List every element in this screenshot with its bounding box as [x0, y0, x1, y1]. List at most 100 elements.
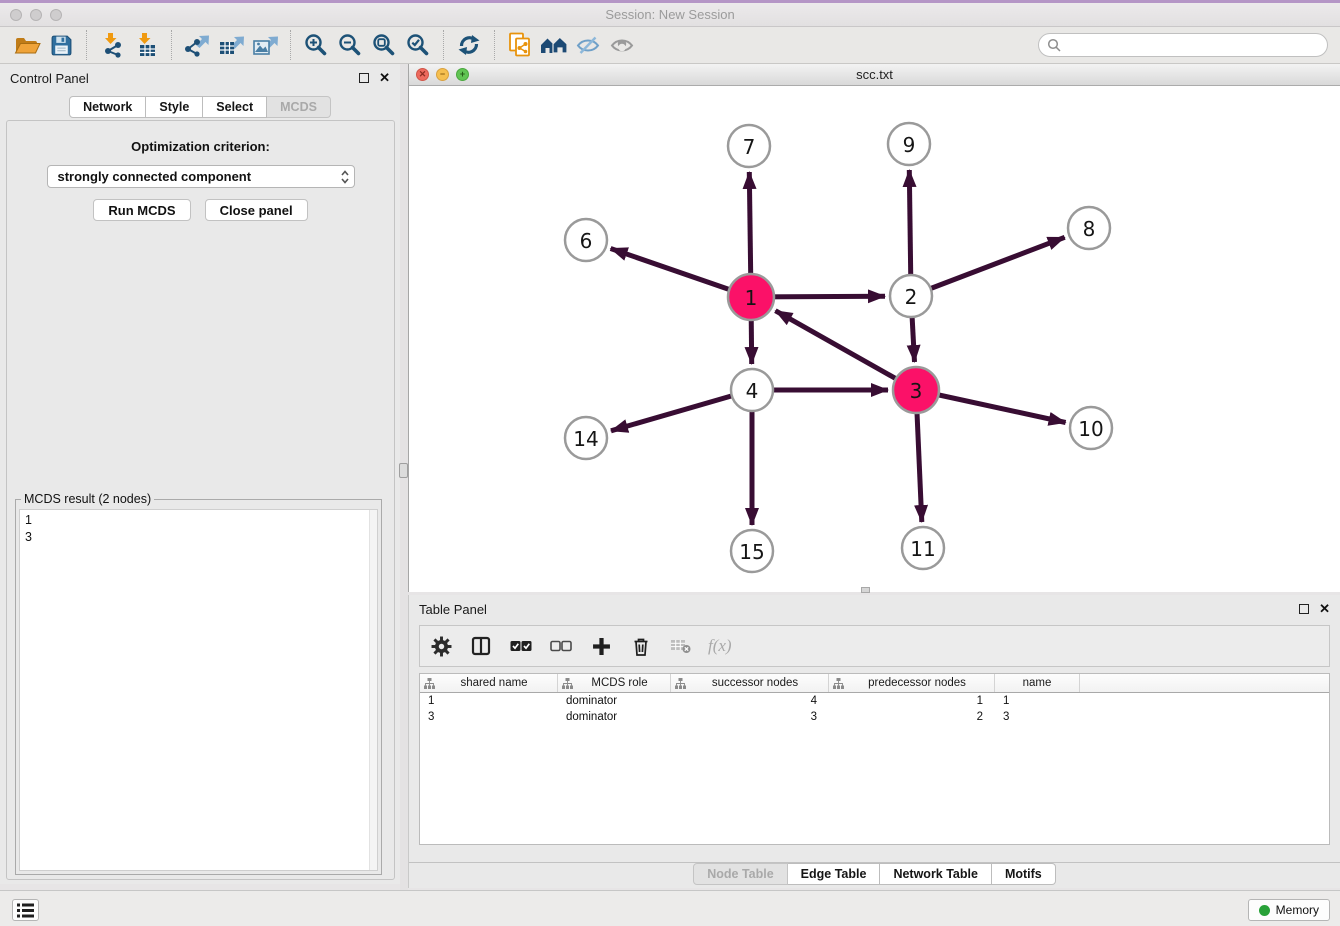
control-panel-title: Control Panel	[10, 71, 359, 86]
function-icon: f(x)	[708, 636, 732, 656]
function-builder-button[interactable]: f(x)	[708, 633, 732, 659]
column-header-label: predecessor nodes	[844, 677, 990, 689]
graph-edge-2-8[interactable]	[911, 237, 1065, 296]
cell-successor-nodes[interactable]: 4	[671, 695, 829, 707]
column-header-filler	[1080, 674, 1329, 692]
refresh-layout-button[interactable]	[452, 30, 486, 60]
tab-select[interactable]: Select	[203, 96, 267, 118]
export-image-button[interactable]	[248, 30, 282, 60]
sort-tree-icon	[562, 678, 573, 689]
import-network-button[interactable]	[95, 30, 129, 60]
zoom-out-button[interactable]	[333, 30, 367, 60]
hide-selected-button[interactable]	[571, 30, 605, 60]
cell-shared-name[interactable]: 1	[420, 695, 558, 707]
fit-content-icon	[372, 33, 396, 57]
criterion-dropdown-value: strongly connected component	[58, 169, 340, 184]
table-tab-node-table[interactable]: Node Table	[693, 863, 787, 885]
optimization-criterion-label: Optimization criterion:	[7, 139, 394, 154]
cell-successor-nodes[interactable]: 3	[671, 711, 829, 723]
table-row-2[interactable]: 3dominator323	[420, 709, 1329, 725]
control-panel: Control Panel ✕ NetworkStyleSelectMCDS O…	[0, 64, 400, 884]
tab-network[interactable]: Network	[69, 96, 146, 118]
graph-node-label-7: 7	[743, 135, 756, 159]
table-tab-edge-table[interactable]: Edge Table	[788, 863, 881, 885]
cell-MCDS-role[interactable]: dominator	[558, 695, 671, 707]
export-network-button[interactable]	[180, 30, 214, 60]
panel-splitter-grip[interactable]	[399, 463, 408, 478]
search-input[interactable]	[1038, 33, 1328, 57]
graph-node-label-6: 6	[580, 229, 593, 253]
column-header-name[interactable]: name	[995, 674, 1080, 692]
horizontal-splitter-grip[interactable]	[861, 587, 870, 593]
table-row-1[interactable]: 1dominator411	[420, 693, 1329, 709]
float-table-panel-icon[interactable]	[1299, 604, 1309, 614]
export-image-icon	[252, 32, 279, 58]
import-table-icon	[134, 32, 159, 58]
unchecked-boxes-icon	[550, 640, 572, 652]
open-session-button[interactable]	[10, 30, 44, 60]
cell-MCDS-role[interactable]: dominator	[558, 711, 671, 723]
cell-name[interactable]: 1	[995, 695, 1080, 707]
column-header-shared-name[interactable]: shared name	[420, 674, 558, 692]
save-icon	[50, 34, 73, 57]
network-window-titlebar[interactable]: ✕ − + scc.txt	[409, 64, 1340, 86]
graph-node-label-2: 2	[905, 285, 918, 309]
table-panel: Table Panel ✕	[408, 595, 1340, 888]
delete-table-button[interactable]	[668, 633, 694, 659]
graph-node-label-11: 11	[910, 537, 935, 561]
tab-mcds[interactable]: MCDS	[267, 96, 331, 118]
sort-tree-icon	[424, 678, 435, 689]
delete-row-button[interactable]	[628, 633, 654, 659]
first-neighbors-button[interactable]	[537, 30, 571, 60]
task-history-button[interactable]	[12, 899, 39, 921]
network-canvas[interactable]: 7968124314101511	[409, 86, 1340, 592]
sort-tree-icon	[833, 678, 844, 689]
graph-node-label-3: 3	[910, 379, 923, 403]
column-header-MCDS-role[interactable]: MCDS role	[558, 674, 671, 692]
unselect-all-checkboxes-button[interactable]	[548, 633, 574, 659]
select-all-checkboxes-button[interactable]	[508, 633, 534, 659]
column-header-predecessor-nodes[interactable]: predecessor nodes	[829, 674, 995, 692]
graph-node-label-10: 10	[1078, 417, 1103, 441]
close-panel-button[interactable]: Close panel	[205, 199, 308, 221]
memory-label: Memory	[1276, 903, 1319, 917]
delete-table-icon	[670, 638, 692, 654]
memory-button[interactable]: Memory	[1248, 899, 1330, 921]
column-header-label: name	[999, 677, 1075, 689]
float-panel-icon[interactable]	[359, 73, 369, 83]
duplicate-network-button[interactable]	[503, 30, 537, 60]
graph-node-label-15: 15	[739, 540, 764, 564]
cell-shared-name[interactable]: 3	[420, 711, 558, 723]
table-tab-motifs[interactable]: Motifs	[992, 863, 1056, 885]
criterion-dropdown[interactable]: strongly connected component	[47, 165, 355, 188]
mcds-result-fieldset: MCDS result (2 nodes) 1 3	[15, 492, 382, 875]
column-header-successor-nodes[interactable]: successor nodes	[671, 674, 829, 692]
cell-predecessor-nodes[interactable]: 1	[829, 695, 995, 707]
zoom-in-button[interactable]	[299, 30, 333, 60]
fit-content-button[interactable]	[367, 30, 401, 60]
table-tab-network-table[interactable]: Network Table	[880, 863, 992, 885]
close-panel-icon[interactable]: ✕	[379, 73, 390, 83]
run-mcds-button[interactable]: Run MCDS	[93, 199, 190, 221]
mcds-result-text[interactable]: 1 3	[19, 509, 378, 871]
save-session-button[interactable]	[44, 30, 78, 60]
result-scrollbar[interactable]	[369, 510, 377, 870]
tab-style[interactable]: Style	[146, 96, 203, 118]
network-window-title: scc.txt	[409, 67, 1340, 82]
graph-node-label-4: 4	[746, 379, 759, 403]
zoom-selected-button[interactable]	[401, 30, 435, 60]
eye-slash-icon	[576, 36, 600, 55]
insert-column-button[interactable]	[468, 633, 494, 659]
import-table-button[interactable]	[129, 30, 163, 60]
duplicate-network-icon	[507, 31, 534, 59]
add-row-button[interactable]	[588, 633, 614, 659]
toolbar-separator	[171, 30, 172, 60]
cell-predecessor-nodes[interactable]: 2	[829, 711, 995, 723]
cell-name[interactable]: 3	[995, 711, 1080, 723]
export-network-icon	[184, 32, 210, 58]
show-all-button[interactable]	[605, 30, 639, 60]
export-table-button[interactable]	[214, 30, 248, 60]
close-table-panel-icon[interactable]: ✕	[1319, 604, 1330, 614]
table-settings-button[interactable]	[428, 633, 454, 659]
sort-tree-icon	[675, 678, 686, 689]
